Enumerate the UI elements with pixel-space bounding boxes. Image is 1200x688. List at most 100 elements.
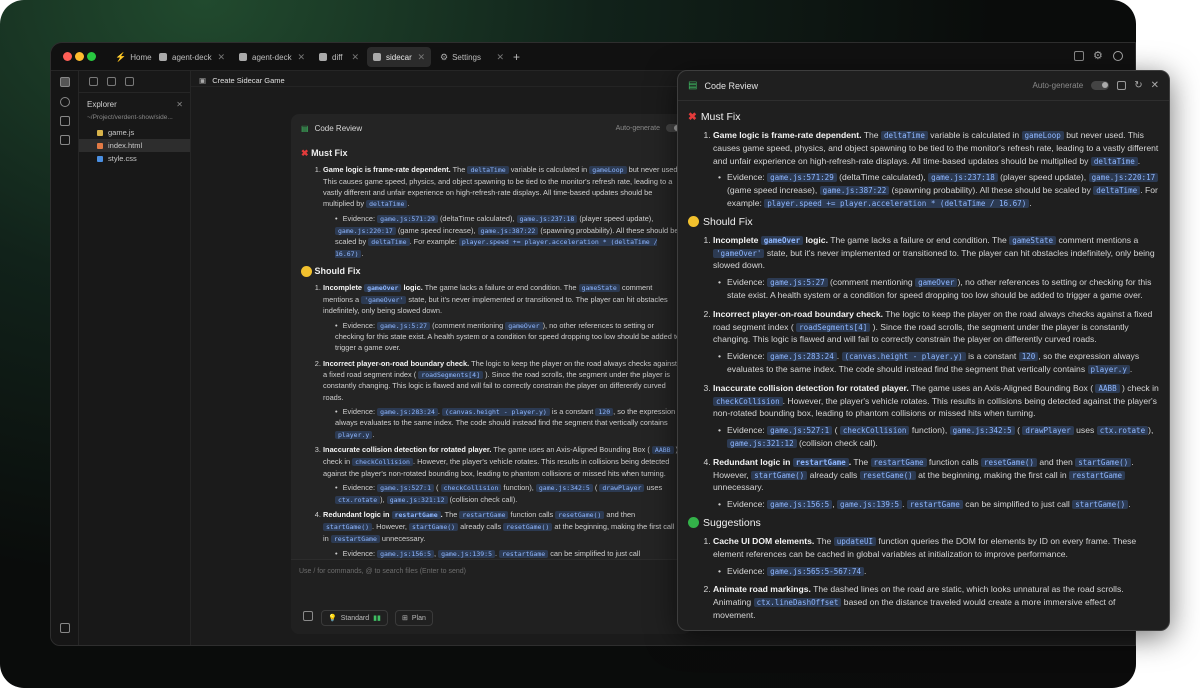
must-fix-list: Game logic is frame-rate dependent. The … (301, 164, 681, 260)
evidence-item: Evidence: game.js:5:27 (comment mentioni… (718, 276, 1159, 302)
file-item[interactable]: style.css (79, 152, 190, 165)
auto-generate-label: Auto-generate (1032, 81, 1084, 90)
close-icon[interactable]: ✕ (176, 100, 183, 109)
popup-controls: Auto-generate ↻ ✕ (1033, 80, 1159, 91)
tab-sidecar[interactable]: sidecar ✕ (367, 47, 431, 67)
explorer-header: Explorer ✕ (79, 93, 190, 112)
user-avatar-icon[interactable] (1113, 51, 1123, 61)
must-fix-list: Game logic is frame-rate dependent. The … (688, 129, 1159, 210)
popup-title: Code Review (704, 80, 758, 91)
html-file-icon (97, 142, 103, 149)
evidence-item: Evidence: game.js:5:27 (comment mentioni… (335, 320, 681, 354)
auto-generate-toggle[interactable]: Auto-generate (616, 124, 681, 132)
gear-icon: ⚙ (440, 51, 449, 62)
mode-label: Standard (340, 614, 370, 622)
panel-review-content: ✖ Must Fix Game logic is frame-rate depe… (291, 142, 691, 562)
chat-icon: ▤ (301, 123, 309, 133)
settings-gear-icon[interactable]: ⚙ (1093, 49, 1103, 62)
close-window-button[interactable] (63, 52, 72, 61)
tab-label: diff (332, 52, 343, 62)
auto-generate-toggle[interactable] (1091, 81, 1110, 90)
file-name: index.html (108, 141, 143, 150)
section-title: Suggestions (703, 516, 761, 529)
panel-toggle-icon[interactable] (60, 623, 70, 633)
css-file-icon (97, 155, 103, 162)
list-item: Incorrect player-on-road boundary check.… (323, 358, 681, 441)
mode-selector[interactable]: 💡 Standard ▮▮ (321, 610, 388, 626)
close-icon[interactable]: ✕ (297, 52, 305, 63)
should-fix-list: Incomplete gameOver logic. The game lack… (301, 282, 681, 562)
close-icon[interactable]: ✕ (1151, 80, 1159, 91)
close-icon[interactable]: ✕ (217, 52, 225, 63)
explorer-path: ~/Project/verdent-show/side... (87, 114, 173, 121)
list-item: Redundant logic in restartGame. The rest… (323, 509, 681, 562)
should-fix-heading: Should Fix (301, 266, 681, 277)
app-icon (239, 53, 247, 61)
suggestions-list: Cache UI DOM elements. The updateUI func… (688, 535, 1159, 622)
tab-agent-deck-2[interactable]: agent-deck ✕ (233, 47, 311, 67)
list-item: Incorrect player-on-road boundary check.… (713, 308, 1159, 376)
grid-icon: ⊞ (402, 615, 408, 622)
plan-label: Plan (411, 614, 426, 622)
copy-icon[interactable] (1117, 81, 1127, 90)
file-item[interactable]: game.js (79, 126, 190, 139)
sidecar-icon[interactable] (60, 77, 70, 87)
explorer-toolbar (79, 71, 190, 93)
tab-settings[interactable]: ⚙ Settings ✕ (434, 47, 510, 67)
clipboard-icon[interactable] (1074, 51, 1084, 61)
tab-diff[interactable]: diff ✕ (313, 47, 365, 67)
composer-input[interactable]: Use / for commands, @ to search files (E… (291, 560, 691, 583)
yellow-circle-icon (688, 216, 699, 228)
image-attach-icon[interactable] (303, 611, 313, 621)
copy-icon[interactable] (89, 77, 98, 86)
add-icon[interactable] (60, 116, 70, 126)
evidence-item: Evidence: game.js:571:29 (deltaTime calc… (718, 171, 1159, 209)
layout-icon[interactable] (125, 77, 134, 86)
chat-composer: Use / for commands, @ to search files (E… (291, 559, 691, 634)
maximize-window-button[interactable] (87, 52, 96, 61)
refresh-icon[interactable]: ↻ (1134, 80, 1142, 91)
evidence-item: Evidence: game.js:283:24. (canvas.height… (335, 406, 681, 441)
close-icon[interactable]: ✕ (351, 52, 359, 63)
evidence-item: Evidence: game.js:283:24. (canvas.height… (718, 350, 1159, 376)
bolt-icon: ⚡ (115, 51, 127, 62)
agent-icon[interactable] (60, 97, 70, 107)
plan-button[interactable]: ⊞ Plan (395, 610, 433, 626)
close-icon[interactable]: ✕ (417, 52, 425, 63)
must-fix-heading: ✖ Must Fix (688, 111, 1159, 123)
list-icon[interactable] (60, 135, 70, 145)
explorer-panel: Explorer ✕ ~/Project/verdent-show/side..… (79, 71, 191, 645)
list-item: Game logic is frame-rate dependent. The … (323, 164, 681, 260)
folder-icon: ▣ (199, 76, 207, 85)
file-item-selected[interactable]: index.html (79, 139, 190, 152)
list-item: Cache UI DOM elements. The updateUI func… (713, 535, 1159, 577)
lightbulb-icon: 💡 (328, 615, 337, 622)
tab-agent-deck-1[interactable]: agent-deck ✕ (153, 47, 231, 67)
list-item: Game logic is frame-rate dependent. The … (713, 129, 1159, 210)
close-icon[interactable]: ✕ (496, 52, 504, 63)
session-title: Create Sidecar Game (212, 76, 285, 85)
list-item: Incomplete gameOver logic. The game lack… (323, 282, 681, 354)
terminal-icon[interactable] (107, 77, 116, 86)
evidence-item: Evidence: game.js:571:29 (deltaTime calc… (335, 213, 681, 260)
file-name: style.css (108, 154, 137, 163)
list-item: Redundant logic in restartGame. The rest… (713, 456, 1159, 511)
section-title: Should Fix (703, 215, 753, 228)
tab-home[interactable]: ⚡ Home (109, 47, 152, 67)
must-fix-heading: ✖ Must Fix (301, 148, 348, 158)
popup-header: ▤ Code Review Auto-generate ↻ ✕ (678, 71, 1169, 101)
chat-icon: ▤ (688, 80, 698, 91)
app-icon (373, 53, 381, 61)
panel-header: ▤ Code Review Auto-generate (291, 114, 691, 142)
should-fix-list: Incomplete gameOver logic. The game lack… (688, 234, 1159, 511)
tab-label: Home (130, 52, 152, 62)
js-file-icon (97, 129, 103, 136)
cross-icon: ✖ (688, 111, 697, 123)
minimize-window-button[interactable] (75, 52, 84, 61)
code-review-panel-background: ▤ Code Review Auto-generate ✖ Must Fix G… (291, 114, 691, 634)
list-item: Inaccurate collision detection for rotat… (713, 382, 1159, 450)
list-item: Inaccurate collision detection for rotat… (323, 444, 681, 505)
list-item: Incomplete gameOver logic. The game lack… (713, 234, 1159, 302)
new-tab-button[interactable]: + (507, 47, 523, 67)
title-bar: ⚡ Home agent-deck ✕ agent-deck ✕ diff ✕ … (51, 43, 1135, 71)
